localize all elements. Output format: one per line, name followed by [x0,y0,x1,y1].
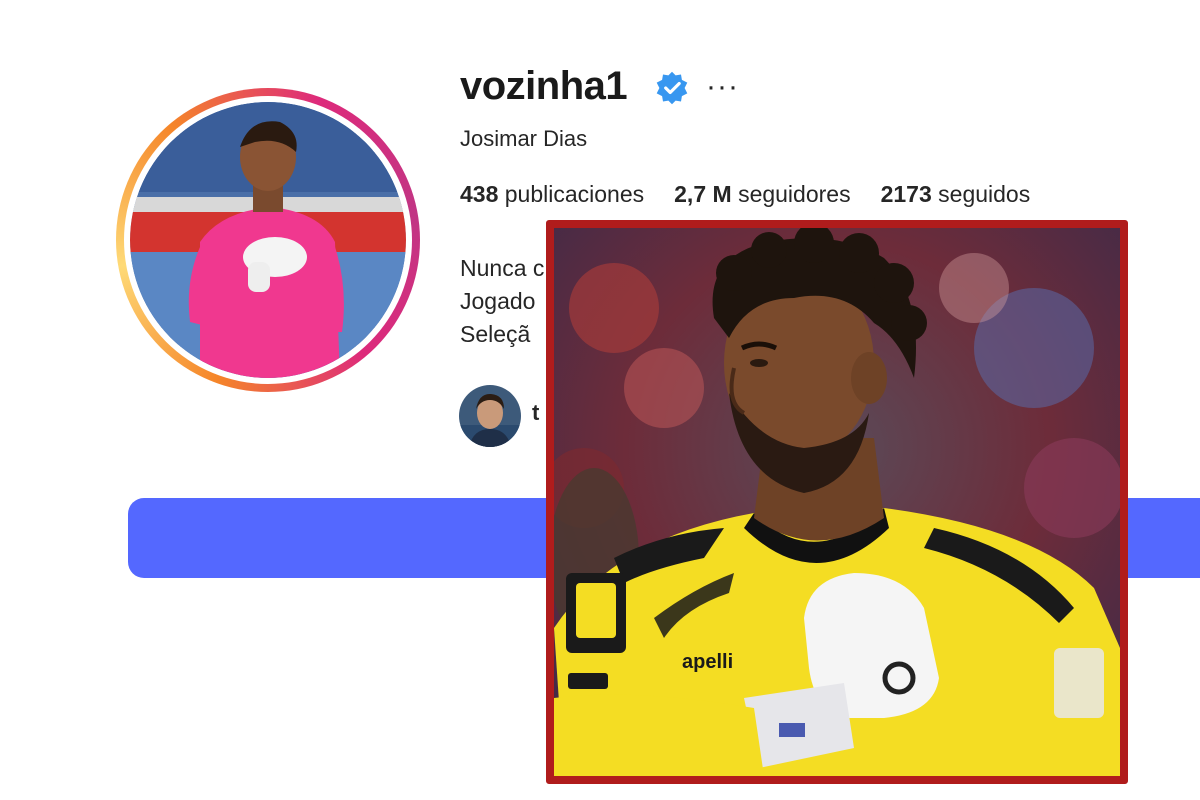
profile-avatar-frame [124,96,412,384]
verified-badge-icon [656,71,688,105]
followers-label: seguidores [738,181,851,207]
profile-full-name: Josimar Dias [460,126,588,151]
profile-stats: 438 publicaciones 2,7 M seguidores 2173 … [460,181,1030,208]
more-options-icon[interactable]: ··· [706,70,739,104]
stat-posts[interactable]: 438 publicaciones [460,181,644,208]
mutual-follower-text[interactable]: t [532,400,539,426]
bio-line: Seleçã [460,321,531,347]
profile-avatar [130,102,406,378]
profile-avatar-ring[interactable] [116,88,420,392]
posts-count: 438 [460,181,499,207]
overlay-photo: apelli [546,220,1128,784]
following-count: 2173 [880,181,932,207]
profile-bio: Nunca c Jogado Seleçã [460,252,544,351]
posts-label: publicaciones [504,181,645,207]
following-label: seguidos [938,181,1031,207]
stat-following[interactable]: 2173 seguidos [881,181,1031,208]
sponsor-logo: apelli [682,651,733,673]
followers-count: 2,7 M [674,181,732,207]
goalkeeper-photo: apelli [554,228,1120,776]
profile-username: vozinha1 [460,64,628,108]
stat-followers[interactable]: 2,7 M seguidores [674,181,850,208]
bio-line: Nunca c [460,255,545,281]
bio-line: Jogado [460,288,536,314]
mutual-follower-avatar[interactable] [459,385,521,447]
